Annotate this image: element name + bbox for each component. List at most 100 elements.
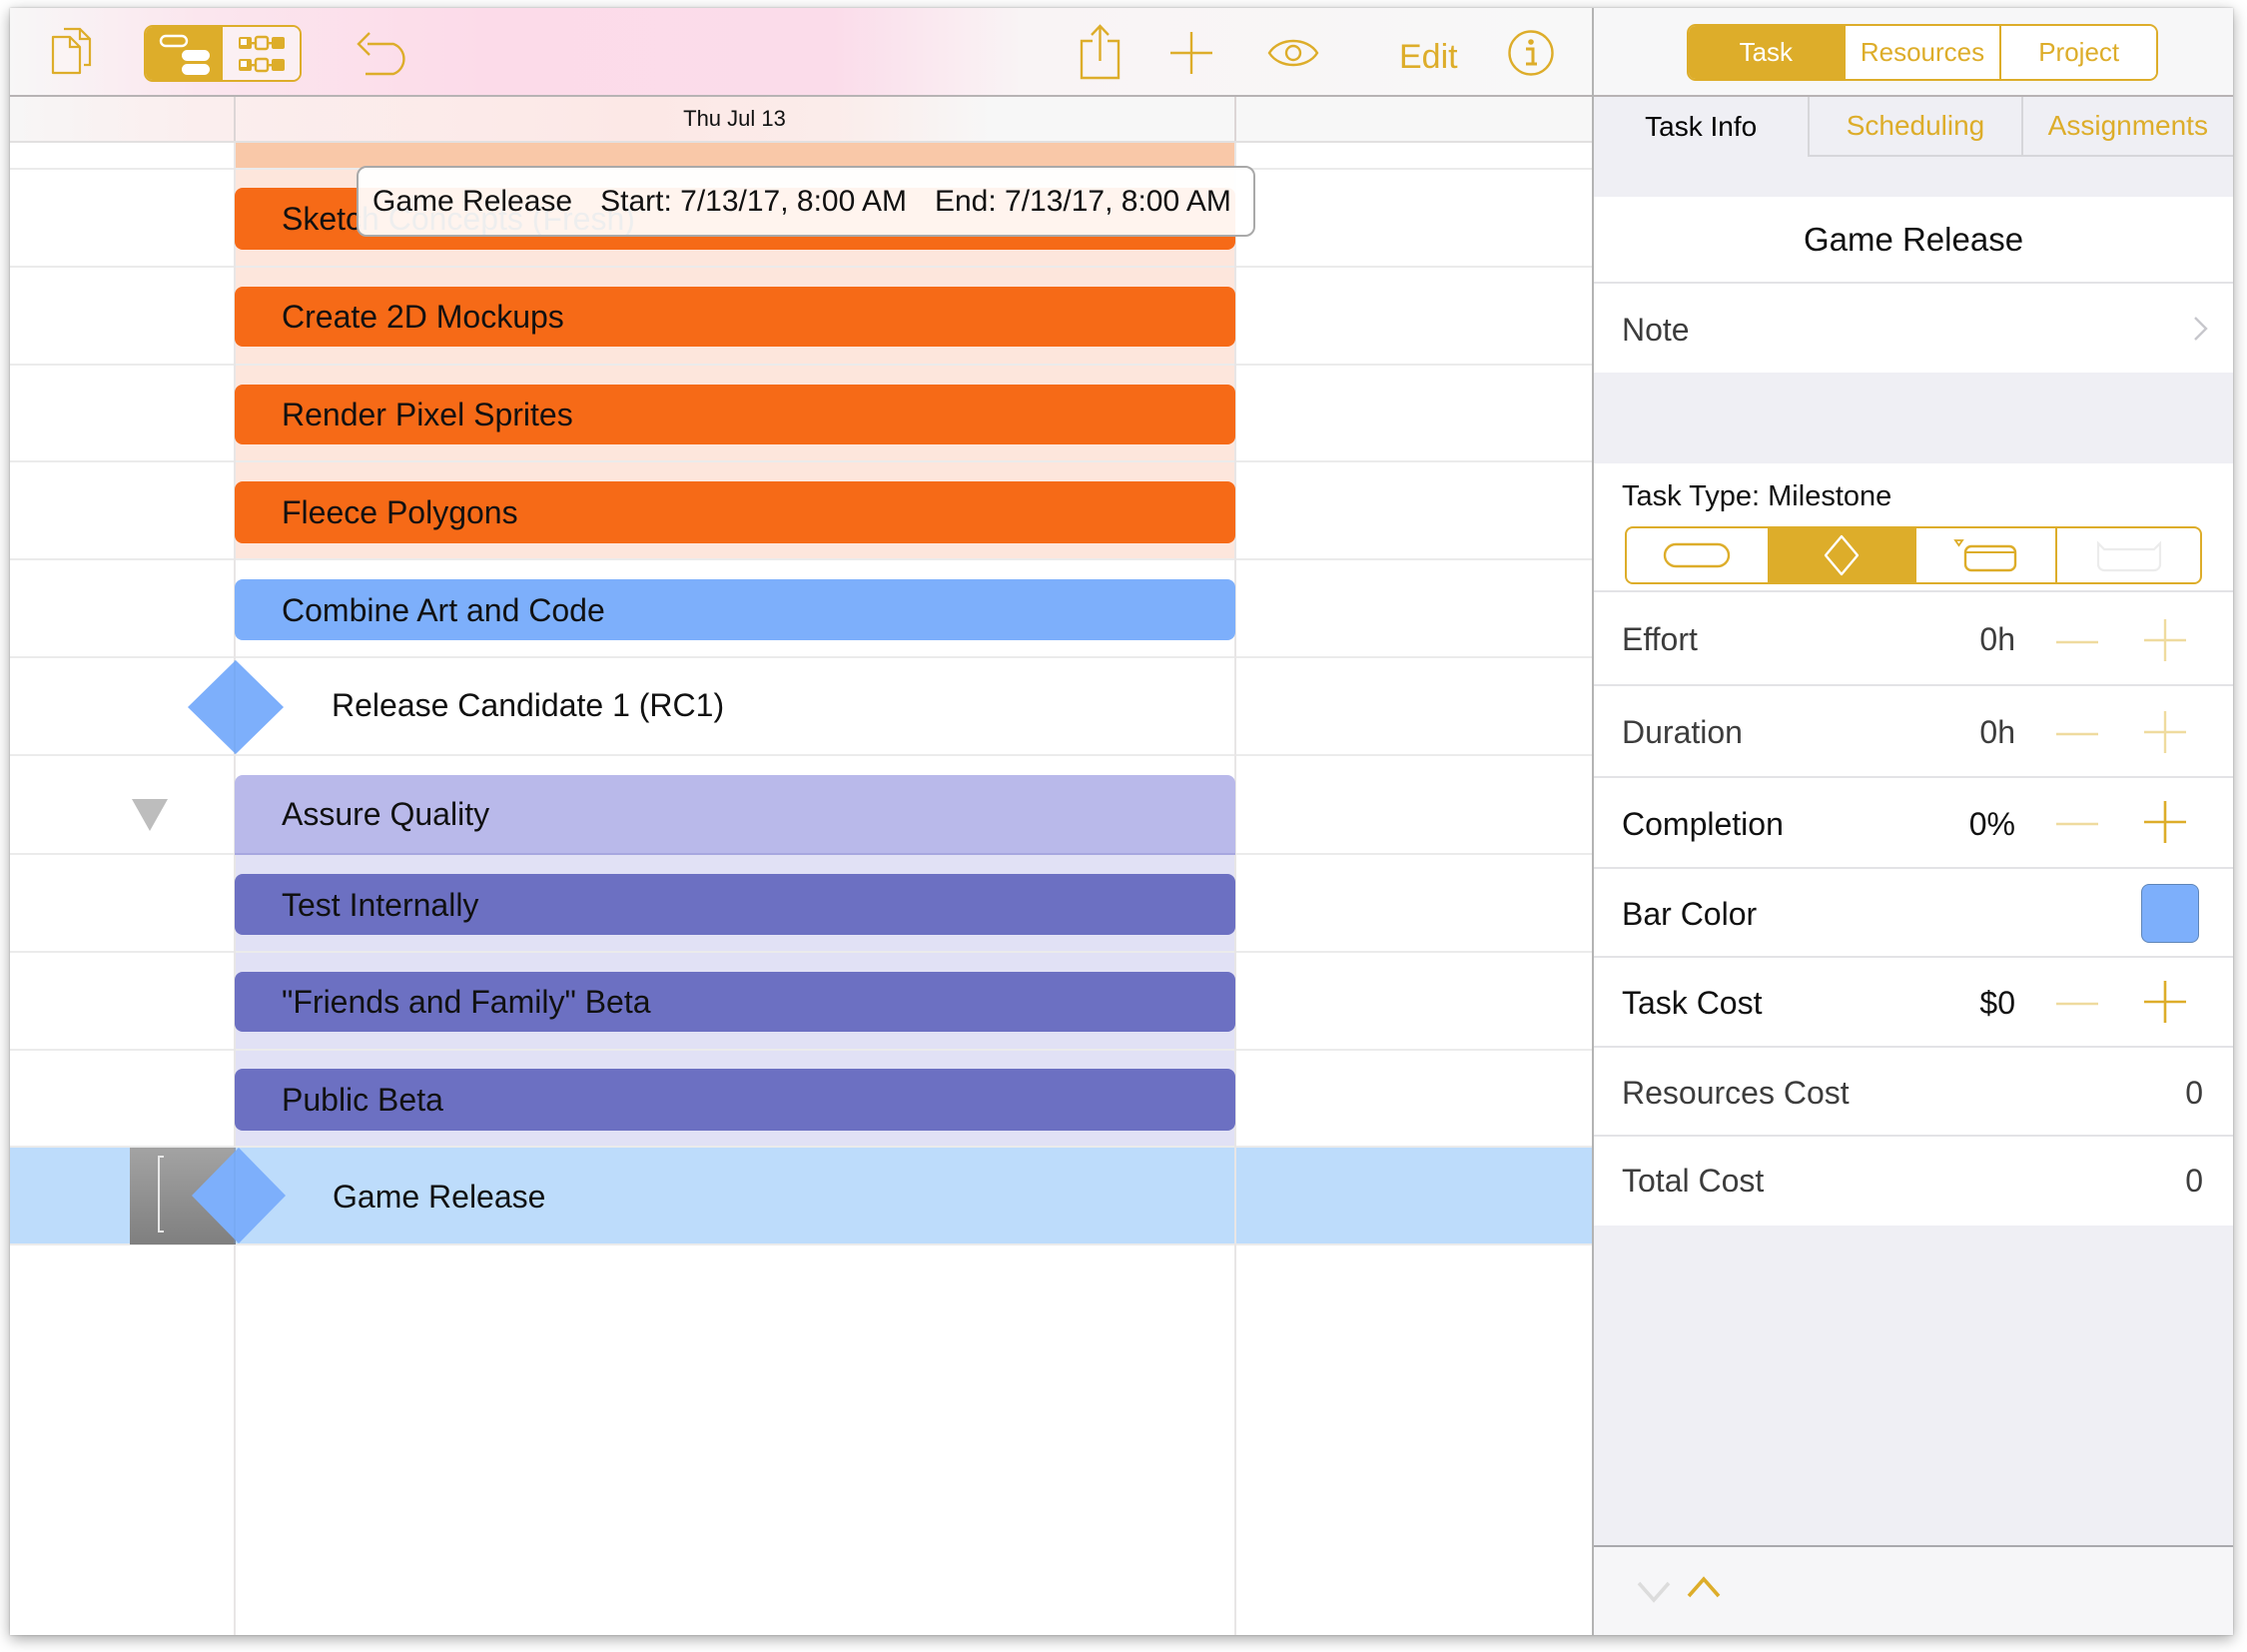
inspector-header: Task Resources Project <box>1594 8 2233 97</box>
row-divider <box>10 951 1592 953</box>
task-cost-row: Task Cost $0 <box>1594 958 2233 1048</box>
task-bar[interactable]: Fleece Polygons <box>235 481 1235 543</box>
resources-cost-row: Resources Cost 0 <box>1594 1048 2233 1137</box>
resources-cost-value: 0 <box>2185 1075 2203 1111</box>
minus-icon <box>2056 732 2098 736</box>
task-bar[interactable]: "Friends and Family" Beta <box>235 972 1235 1032</box>
eye-icon[interactable] <box>1267 35 1319 71</box>
effort-decrement-button[interactable] <box>2055 622 2099 667</box>
tab-resources[interactable]: Resources <box>1843 26 2000 79</box>
effort-value[interactable]: 0h <box>1979 621 2015 658</box>
completion-row: Completion 0% <box>1594 778 2233 869</box>
hammock-bar-icon <box>2096 540 2161 572</box>
task-cost-decrement-button[interactable] <box>2055 984 2099 1029</box>
task-type-control <box>1625 526 2202 584</box>
gantt-chart: Sketch Concepts (Fresh) Create 2D Mockup… <box>10 143 1592 1635</box>
tab-task[interactable]: Task <box>1689 26 1844 79</box>
undo-arrow-icon[interactable] <box>356 30 411 76</box>
row-divider <box>10 1049 1592 1051</box>
task-cost-increment-button[interactable] <box>2143 980 2187 1029</box>
task-title-row: Game Release <box>1594 197 2233 284</box>
duration-row: Duration 0h <box>1594 686 2233 778</box>
row-divider <box>10 460 1592 462</box>
plus-icon <box>2144 981 2186 1023</box>
edit-button[interactable]: Edit <box>1399 38 1458 77</box>
resources-cost-label: Resources Cost <box>1622 1075 1850 1111</box>
inspector-footer <box>1594 1545 2233 1635</box>
date-header-label: Thu Jul 13 <box>683 106 786 131</box>
bar-color-label: Bar Color <box>1622 896 1758 932</box>
milestone-diamond[interactable] <box>188 660 284 759</box>
chevron-up-icon[interactable] <box>1686 1573 1722 1606</box>
milestone-label: Release Candidate 1 (RC1) <box>332 687 725 723</box>
task-bar-label: Test Internally <box>282 886 479 923</box>
plus-icon <box>2144 711 2186 753</box>
milestone-diamond-icon <box>188 660 284 754</box>
inspector-subtabs: Task Info Scheduling Assignments <box>1594 97 2233 157</box>
total-cost-value: 0 <box>2185 1163 2203 1199</box>
tab-assignments[interactable]: Assignments <box>2020 97 2233 157</box>
task-bar-label: Public Beta <box>282 1082 443 1118</box>
duration-decrement-button[interactable] <box>2055 714 2099 759</box>
row-divider <box>10 656 1592 658</box>
share-icon[interactable] <box>1079 23 1123 81</box>
task-bar-icon <box>1663 542 1730 568</box>
task-type-milestone-button[interactable] <box>1768 528 1914 582</box>
network-icon <box>238 35 285 72</box>
disclosure-triangle-icon[interactable] <box>132 799 168 836</box>
task-cost-value[interactable]: $0 <box>1979 985 2015 1022</box>
bar-color-swatch[interactable] <box>2141 884 2199 943</box>
task-type-group-button[interactable] <box>1913 528 2055 582</box>
inspector-kind-control: Task Resources Project <box>1687 24 2158 81</box>
effort-increment-button[interactable] <box>2143 618 2187 667</box>
note-label: Note <box>1622 312 1690 348</box>
tab-task-info[interactable]: Task Info <box>1594 97 1808 157</box>
note-row[interactable]: Note <box>1594 284 2233 373</box>
plus-icon <box>2144 619 2186 661</box>
row-divider <box>10 558 1592 560</box>
plus-icon <box>2144 801 2186 843</box>
inspector-panel: Task Resources Project Task Info Schedul… <box>1592 8 2233 1635</box>
documents-icon[interactable] <box>50 27 94 75</box>
bracket-handle-icon <box>158 1156 164 1233</box>
task-type-row: Task Type: Milestone <box>1594 463 2233 592</box>
tooltip-end: End: 7/13/17, 8:00 AM <box>934 184 1231 218</box>
tooltip-task-name: Game Release <box>373 184 573 218</box>
task-type-hammock-button[interactable] <box>2055 528 2200 582</box>
task-type-label: Task Type: Milestone <box>1622 480 1892 512</box>
tab-project[interactable]: Project <box>1999 26 2156 79</box>
task-tooltip: Game Release Start: 7/13/17, 8:00 AM End… <box>357 166 1255 237</box>
task-bar[interactable]: Combine Art and Code <box>235 579 1235 640</box>
task-bar[interactable]: Create 2D Mockups <box>235 287 1235 347</box>
completion-decrement-button[interactable] <box>2055 804 2099 849</box>
app-window: Edit Thu Jul 13 Sketch Create 2D Mockups… <box>10 8 2233 1635</box>
chevron-right-icon <box>2193 316 2209 347</box>
group-bar[interactable]: Assure Quality <box>235 775 1235 855</box>
task-cost-label: Task Cost <box>1622 985 1763 1021</box>
milestone-diamond[interactable] <box>192 1148 286 1248</box>
task-bar[interactable]: Render Pixel Sprites <box>235 385 1235 444</box>
plus-icon[interactable] <box>1169 31 1213 75</box>
minus-icon <box>2056 822 2098 826</box>
group-bar-label: Assure Quality <box>282 796 490 832</box>
task-bar[interactable]: Public Beta <box>235 1069 1235 1131</box>
bar-color-row: Bar Color <box>1594 869 2233 958</box>
timeline-header: Thu Jul 13 <box>10 97 1592 143</box>
completion-increment-button[interactable] <box>2143 800 2187 849</box>
task-bar[interactable]: Test Internally <box>235 874 1235 935</box>
effort-label: Effort <box>1622 621 1698 657</box>
outline-gantt-view-button[interactable] <box>146 27 223 80</box>
duration-increment-button[interactable] <box>2143 710 2187 759</box>
gantt-bars-icon <box>159 34 210 75</box>
task-bar-label: Combine Art and Code <box>282 591 605 628</box>
tab-scheduling[interactable]: Scheduling <box>1808 97 2021 157</box>
duration-value[interactable]: 0h <box>1979 714 2015 751</box>
completion-value[interactable]: 0% <box>1969 806 2015 843</box>
chevron-down-icon[interactable] <box>1636 1578 1672 1611</box>
task-type-task-button[interactable] <box>1627 528 1768 582</box>
milestone-label: Game Release <box>333 1179 546 1215</box>
network-view-button[interactable] <box>223 27 300 80</box>
day-column-divider <box>1234 97 1236 141</box>
inspector-title[interactable]: Game Release <box>1594 197 2233 282</box>
info-icon[interactable] <box>1507 29 1555 77</box>
